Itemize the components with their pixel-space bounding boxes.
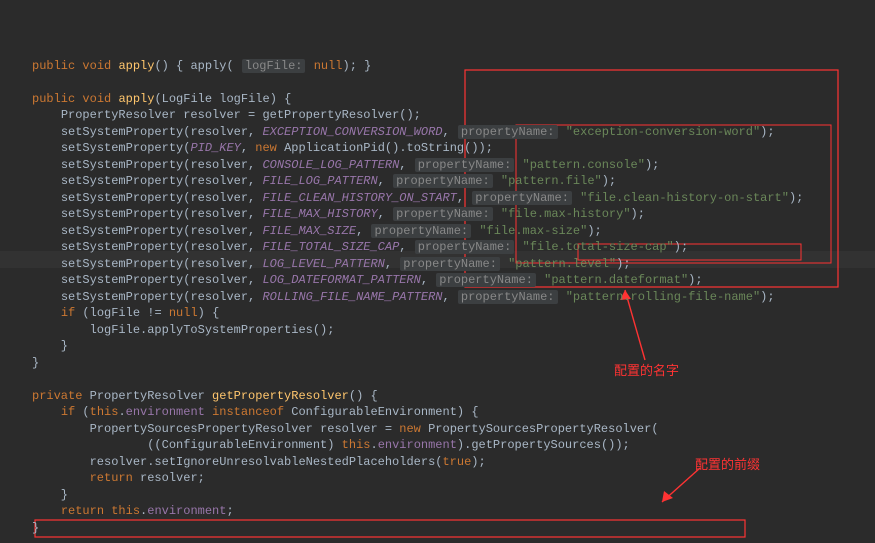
kw-void: void: [82, 59, 111, 73]
code-editor[interactable]: public void apply() { apply( logFile: nu…: [0, 0, 875, 543]
method-getPropertyResolver: getPropertyResolver: [212, 389, 349, 403]
param-hint: logFile:: [242, 59, 306, 73]
kw-public: public: [32, 59, 75, 73]
method-apply: apply: [118, 59, 154, 73]
method-apply-logfile: apply: [118, 92, 154, 106]
